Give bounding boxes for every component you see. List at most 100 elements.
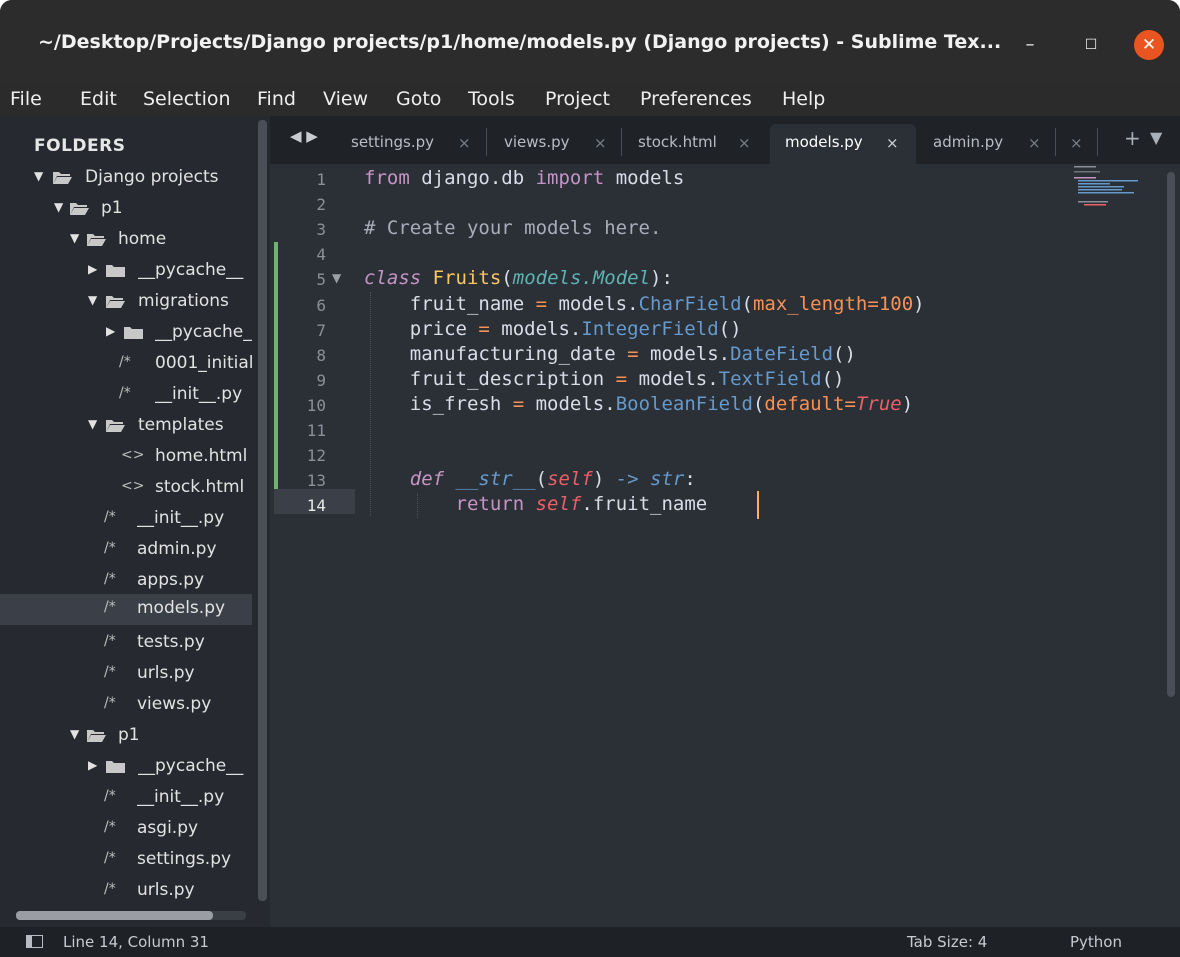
sidebar-item-apps-py[interactable]: /* apps.py: [0, 566, 252, 597]
tab-close-icon[interactable]: ×: [458, 134, 471, 152]
sidebar-item-0001-initial-py[interactable]: /* 0001_initial.py: [0, 349, 252, 380]
tab-separator: [621, 128, 622, 156]
sidebar-item-pycache[interactable]: ▶ __pycache__: [0, 752, 252, 783]
sidebar-item-home[interactable]: ▼ home: [0, 225, 252, 256]
code-line[interactable]: price = models.IntegerField(): [364, 318, 742, 340]
sidebar-item-urls-py[interactable]: /* urls.py: [0, 876, 252, 907]
chevron-down-icon[interactable]: ▼: [70, 231, 79, 245]
maximize-button[interactable]: ☐: [1076, 30, 1106, 60]
sidebar-item-label: migrations: [138, 291, 229, 311]
code-line[interactable]: def __str__(self) -> str:: [364, 468, 696, 490]
menu-help[interactable]: Help: [782, 88, 825, 110]
sidebar-item-p1[interactable]: ▼ p1: [0, 194, 252, 225]
folder-open-icon: [87, 234, 106, 246]
sidebar-item-init-py[interactable]: /* __init__.py: [0, 380, 252, 411]
sidebar-item-p1[interactable]: ▼ p1: [0, 721, 252, 752]
code-line[interactable]: # Create your models here.: [364, 217, 661, 239]
tab-close-icon[interactable]: ×: [1028, 134, 1041, 152]
sidebar-item-label: admin.py: [137, 539, 217, 559]
sidebar-item-pycache[interactable]: ▶ __pycache__: [0, 256, 252, 287]
code-line[interactable]: manufacturing_date = models.DateField(): [364, 343, 856, 365]
sidebar-item-migrations[interactable]: ▼ migrations: [0, 287, 252, 318]
sidebar-item-label: __init__.py: [137, 787, 225, 807]
sidebar-item-label: __pycache__: [138, 260, 244, 280]
line-number: 13: [306, 471, 326, 490]
tab-models-py[interactable]: models.py ×: [770, 124, 916, 164]
sidebar-horizontal-scrollbar[interactable]: [16, 911, 213, 920]
close-button[interactable]: ✕: [1134, 30, 1164, 60]
minimize-button[interactable]: –: [1015, 30, 1045, 60]
sidebar-item-views-py[interactable]: /* views.py: [0, 690, 252, 721]
folder-open-icon: [106, 420, 125, 432]
chevron-down-icon[interactable]: ▼: [34, 169, 43, 183]
tab-close-icon[interactable]: ×: [594, 134, 607, 152]
menu-goto[interactable]: Goto: [396, 88, 441, 110]
sidebar-item-models-py[interactable]: /* models.py: [0, 594, 252, 625]
menu-project[interactable]: Project: [545, 88, 610, 110]
sidebar-item-home-html[interactable]: <> home.html: [0, 442, 252, 473]
code-line[interactable]: from django.db import models: [364, 167, 684, 189]
tab-size-indicator[interactable]: Tab Size: 4: [907, 933, 987, 951]
code-editor[interactable]: 1 2 3 4 5 6 7 8 9 10 11 12 13 14 ▼ from django.db imp…: [270, 164, 1180, 927]
editor-vertical-scrollbar[interactable]: [1167, 172, 1175, 697]
menu-tools[interactable]: Tools: [468, 88, 515, 110]
panel-toggle-icon[interactable]: [26, 935, 43, 948]
tab-label: stock.html: [638, 133, 717, 151]
line-number: 11: [306, 421, 326, 440]
chevron-right-icon[interactable]: ▶: [88, 262, 97, 276]
python-file-icon: /*: [104, 509, 116, 525]
sidebar-item-pycache[interactable]: ▶ __pycache__: [0, 318, 252, 349]
sidebar-item-init-py[interactable]: /* __init__.py: [0, 504, 252, 535]
tab-views-py[interactable]: views.py ×: [496, 124, 614, 164]
chevron-down-icon[interactable]: ▼: [88, 293, 97, 307]
code-line[interactable]: fruit_name = models.CharField(max_length…: [364, 293, 925, 315]
sidebar-item-asgi-py[interactable]: /* asgi.py: [0, 814, 252, 845]
sidebar-vertical-scrollbar[interactable]: [258, 120, 267, 901]
chevron-down-icon[interactable]: ▼: [88, 417, 97, 431]
chevron-right-icon[interactable]: ▶: [88, 758, 97, 772]
menu-file[interactable]: File: [10, 88, 42, 110]
modified-lines-marker: [274, 242, 278, 513]
menu-edit[interactable]: Edit: [80, 88, 117, 110]
tab-close-icon[interactable]: ×: [886, 134, 899, 152]
sidebar-item-urls-py[interactable]: /* urls.py: [0, 659, 252, 690]
code-line[interactable]: fruit_description = models.TextField(): [364, 368, 845, 390]
menu-preferences[interactable]: Preferences: [640, 88, 752, 110]
sidebar-item-admin-py[interactable]: /* admin.py: [0, 535, 252, 566]
menu-find[interactable]: Find: [257, 88, 296, 110]
syntax-indicator[interactable]: Python: [1070, 933, 1122, 951]
chevron-down-icon[interactable]: ▼: [70, 727, 79, 741]
tab-admin-py[interactable]: admin.py ×: [922, 124, 1048, 164]
fold-arrow-icon[interactable]: ▼: [332, 271, 341, 285]
minimap[interactable]: [1070, 164, 1160, 224]
tab-label: admin.py: [933, 133, 1004, 151]
title-bar[interactable]: ~/Desktop/Projects/Django projects/p1/ho…: [0, 0, 1180, 82]
sidebar-item-django-projects[interactable]: ▼ Django projects: [0, 163, 252, 194]
chevron-down-icon[interactable]: ▼: [54, 200, 63, 214]
chevron-right-icon[interactable]: ▶: [106, 324, 115, 338]
sidebar-item-label: p1: [101, 198, 123, 218]
cursor-position[interactable]: Line 14, Column 31: [63, 933, 209, 951]
overflow-tab-close-icon[interactable]: ×: [1070, 134, 1083, 152]
menu-view[interactable]: View: [323, 88, 368, 110]
tab-navigation-arrows[interactable]: ◀ ▶: [290, 127, 318, 145]
tab-stock-html[interactable]: stock.html ×: [630, 124, 760, 164]
sidebar-item-templates[interactable]: ▼ templates: [0, 411, 252, 442]
menu-selection[interactable]: Selection: [143, 88, 231, 110]
sidebar-item-label: asgi.py: [137, 818, 199, 838]
sidebar-item-label: __init__.py: [155, 384, 243, 404]
code-line[interactable]: is_fresh = models.BooleanField(default=T…: [364, 393, 913, 415]
line-number: 2: [316, 195, 326, 214]
new-tab-plus-icon[interactable]: +: [1124, 126, 1141, 150]
sidebar-item-tests-py[interactable]: /* tests.py: [0, 628, 252, 659]
code-line[interactable]: class Fruits(models.Model):: [364, 267, 673, 289]
code-line[interactable]: return self.fruit_name: [364, 493, 708, 515]
folders-header: FOLDERS: [34, 136, 126, 156]
tab-menu-chevron-down-icon[interactable]: ▼: [1150, 128, 1162, 147]
sidebar-item-init-py[interactable]: /* __init__.py: [0, 783, 252, 814]
sidebar-item-settings-py[interactable]: /* settings.py: [0, 845, 252, 876]
tab-close-icon[interactable]: ×: [738, 134, 751, 152]
sidebar-item-stock-html[interactable]: <> stock.html: [0, 473, 252, 504]
sidebar-item-label: templates: [138, 415, 224, 435]
tab-settings-py[interactable]: settings.py ×: [344, 124, 484, 164]
